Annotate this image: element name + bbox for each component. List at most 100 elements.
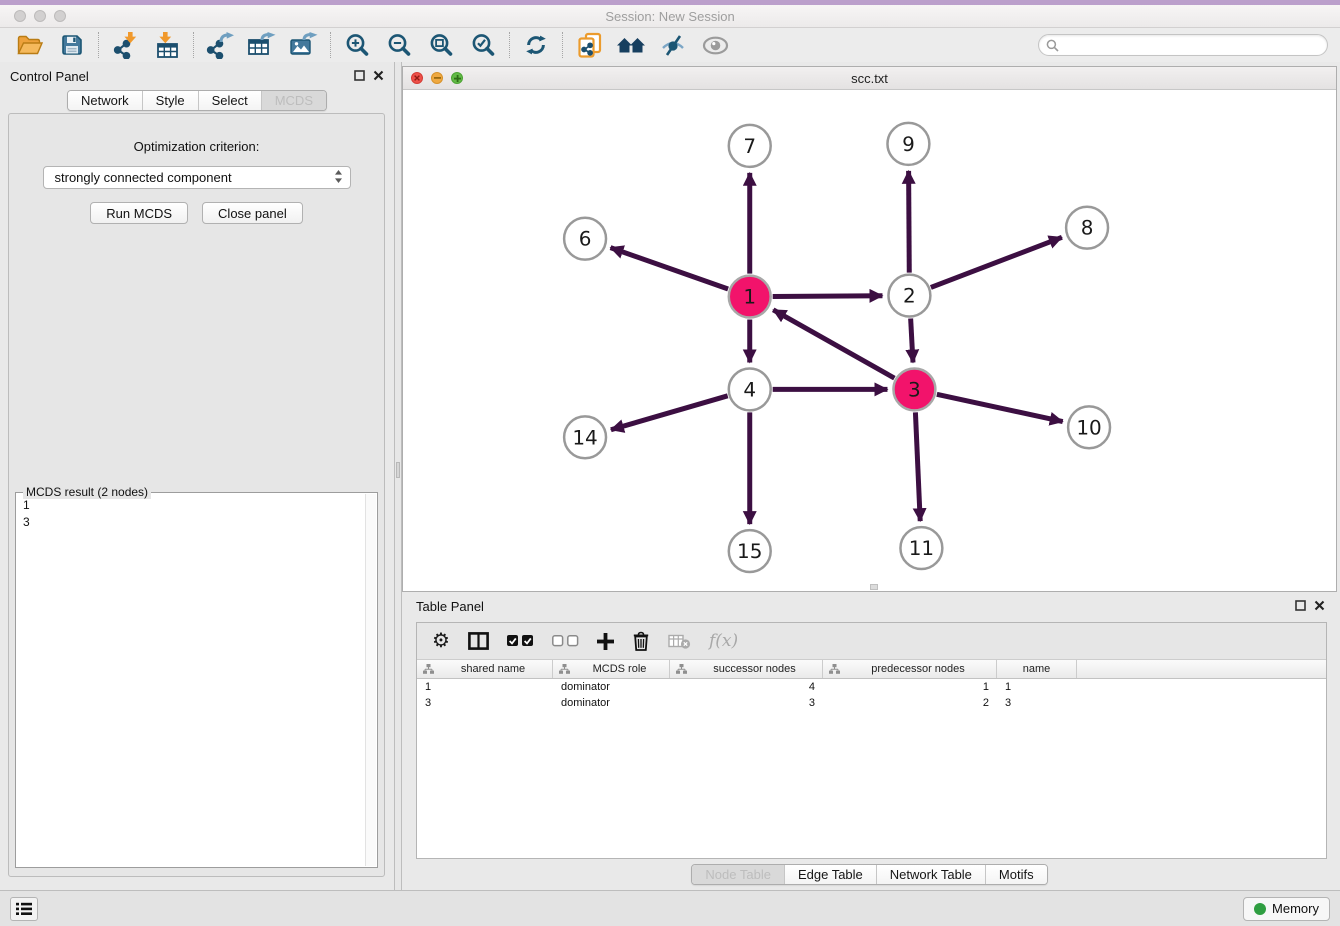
graph-node-label-11: 11 [909, 536, 934, 560]
float-panel-icon[interactable] [354, 69, 365, 84]
graph-node-label-3: 3 [908, 377, 921, 401]
edge-3-1[interactable] [773, 310, 894, 378]
select-all-columns-icon[interactable] [507, 635, 534, 647]
criterion-select[interactable]: strongly connected component [43, 166, 351, 189]
run-mcds-button[interactable]: Run MCDS [90, 202, 188, 224]
show-columns-icon[interactable] [468, 632, 489, 650]
export-table-icon[interactable] [247, 30, 277, 60]
column-header-shared-name[interactable]: shared name [417, 660, 553, 678]
network-window-titlebar: scc.txt [403, 67, 1336, 90]
table-row[interactable]: 1dominator411 [417, 679, 1326, 695]
first-neighbors-icon[interactable] [616, 30, 646, 60]
float-table-panel-icon[interactable] [1295, 599, 1306, 614]
table-cell: 1 [997, 681, 1077, 693]
table-cell: 1 [823, 681, 997, 693]
edge-1-6[interactable] [610, 248, 728, 289]
folder-open-icon [17, 35, 43, 55]
export-network-icon[interactable] [205, 30, 235, 60]
splitter-grip[interactable] [396, 462, 400, 478]
table-cell: dominator [553, 697, 670, 709]
trash-icon[interactable] [632, 631, 650, 651]
network-graph[interactable]: 1234678910111415 [403, 90, 1336, 591]
column-header-predecessor-nodes[interactable]: predecessor nodes [823, 660, 997, 678]
edge-3-11[interactable] [915, 412, 920, 521]
deselect-all-columns-icon[interactable] [552, 635, 579, 647]
network-view-window: scc.txt 1234678910111415 [402, 66, 1337, 592]
table-cell: 4 [670, 681, 823, 693]
tab-style[interactable]: Style [142, 91, 198, 110]
zoom-out-icon[interactable] [384, 30, 414, 60]
close-panel-icon[interactable] [373, 69, 384, 84]
select-chevrons-icon [334, 169, 343, 187]
hierarchy-icon [829, 664, 840, 674]
criterion-value: strongly connected component [55, 170, 232, 185]
edge-1-2[interactable] [773, 296, 883, 297]
search-box[interactable] [1038, 34, 1328, 56]
import-table-icon[interactable] [152, 30, 182, 60]
search-input[interactable] [1059, 38, 1327, 52]
mcds-result-value: 1 [23, 497, 377, 514]
gear-icon[interactable]: ⚙ [432, 631, 450, 651]
node-table-body: 1dominator4113dominator323 [417, 679, 1326, 711]
table-cell: 2 [823, 697, 997, 709]
column-header-name[interactable]: name [997, 660, 1077, 678]
tab-edge-table[interactable]: Edge Table [784, 865, 876, 884]
delete-table-icon [668, 633, 691, 649]
open-session-icon[interactable] [15, 30, 45, 60]
import-network-icon[interactable] [110, 30, 140, 60]
floppy-icon [61, 34, 83, 56]
hierarchy-icon [559, 664, 570, 674]
column-header-successor-nodes[interactable]: successor nodes [670, 660, 823, 678]
export-image-icon[interactable] [289, 30, 319, 60]
table-cell: 3 [670, 697, 823, 709]
node-table-header: shared nameMCDS rolesuccessor nodesprede… [417, 660, 1326, 679]
optimization-criterion-label: Optimization criterion: [134, 139, 260, 154]
hierarchy-icon [676, 664, 687, 674]
table-row[interactable]: 3dominator323 [417, 695, 1326, 711]
zoom-fit-icon[interactable] [426, 30, 456, 60]
zoom-selected-icon[interactable] [468, 30, 498, 60]
clone-network-icon[interactable] [574, 30, 604, 60]
table-panel-header: Table Panel [402, 592, 1337, 620]
mcds-tab-content: Optimization criterion: strongly connect… [8, 113, 385, 877]
edge-4-14[interactable] [611, 396, 728, 430]
app-titlebar: Session: New Session [0, 5, 1340, 28]
panel-list-button[interactable] [10, 897, 38, 921]
close-panel-button[interactable]: Close panel [202, 202, 303, 224]
table-panel: Table Panel ⚙ [402, 592, 1337, 890]
node-table: shared nameMCDS rolesuccessor nodesprede… [417, 660, 1326, 858]
network-canvas[interactable]: 1234678910111415 [403, 90, 1336, 591]
column-header-mcds-role[interactable]: MCDS role [553, 660, 670, 678]
edge-2-8[interactable] [931, 237, 1062, 287]
result-scrollbar[interactable] [365, 494, 376, 866]
graph-node-label-1: 1 [743, 285, 756, 309]
hide-selected-icon[interactable] [658, 30, 688, 60]
edge-3-10[interactable] [937, 394, 1063, 421]
tab-network-table[interactable]: Network Table [876, 865, 985, 884]
show-all-icon[interactable] [700, 30, 730, 60]
vertical-splitter[interactable] [394, 62, 402, 890]
mcds-result-title: MCDS result (2 nodes) [23, 485, 151, 499]
add-row-icon[interactable] [597, 633, 614, 650]
memory-button[interactable]: Memory [1243, 897, 1330, 921]
close-table-panel-icon[interactable] [1314, 599, 1325, 614]
graph-node-label-8: 8 [1081, 216, 1094, 240]
graph-node-label-10: 10 [1076, 415, 1101, 439]
app-title: Session: New Session [0, 9, 1340, 24]
table-panel-title: Table Panel [416, 599, 484, 614]
refresh-icon[interactable] [521, 30, 551, 60]
tab-node-table[interactable]: Node Table [692, 865, 784, 884]
horizontal-splitter-grip[interactable] [870, 584, 878, 590]
tab-network[interactable]: Network [68, 91, 142, 110]
tab-motifs[interactable]: Motifs [985, 865, 1047, 884]
table-cell: 3 [997, 697, 1077, 709]
edge-2-9[interactable] [909, 171, 910, 273]
save-session-icon[interactable] [57, 30, 87, 60]
edge-2-3[interactable] [911, 319, 913, 363]
table-cell: dominator [553, 681, 670, 693]
zoom-in-icon[interactable] [342, 30, 372, 60]
main-toolbar [0, 28, 1340, 62]
list-icon [16, 902, 32, 916]
tab-select[interactable]: Select [198, 91, 261, 110]
tab-mcds[interactable]: MCDS [261, 91, 326, 110]
